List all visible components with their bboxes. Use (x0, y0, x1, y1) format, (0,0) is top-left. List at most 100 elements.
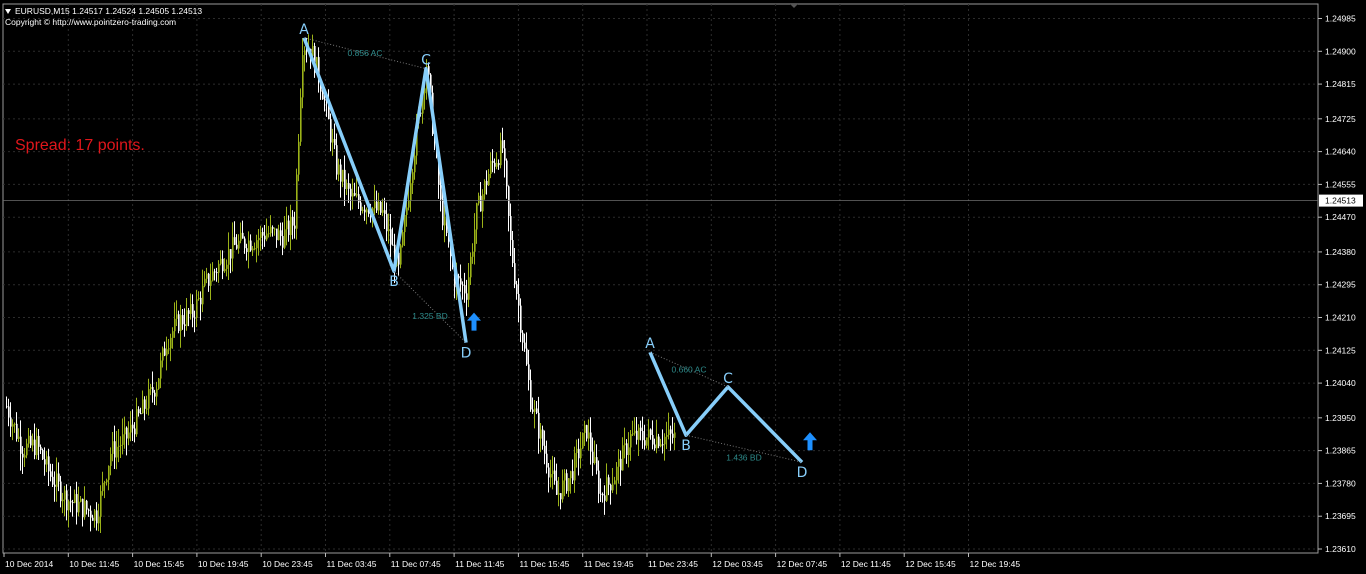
candle-body (136, 409, 138, 435)
bd-ratio-label: 1.325 BD (412, 311, 447, 321)
candle-body (374, 201, 376, 209)
candle-body (70, 501, 72, 503)
candle-body (168, 348, 170, 350)
candle-body (240, 232, 242, 241)
candle-body (626, 443, 628, 456)
candle-body (466, 293, 468, 300)
x-tick-label: 12 Dec 07:45 (777, 559, 828, 569)
candle-body (278, 230, 280, 241)
candle-body (30, 435, 32, 446)
x-tick-label: 11 Dec 11:45 (455, 559, 505, 569)
candle-body (160, 360, 162, 379)
candle-body (12, 424, 14, 427)
candle-body (360, 202, 362, 211)
candle-body (402, 232, 404, 246)
x-tick-label: 11 Dec 03:45 (327, 559, 377, 569)
candle-body (590, 432, 592, 452)
candle-body (408, 200, 410, 208)
candle-body (464, 285, 466, 294)
candle-body (48, 456, 50, 472)
candle-body (556, 480, 558, 495)
candle-body (624, 443, 626, 446)
ac-ratio-label: 0.856 AC (348, 48, 383, 58)
candle-body (270, 227, 272, 234)
candle-body (412, 172, 414, 184)
x-tick-label: 10 Dec 23:45 (262, 559, 313, 569)
chart-header: EURUSD,M15 1.24517 1.24524 1.24505 1.245… (5, 6, 202, 28)
dropdown-triangle-icon[interactable] (5, 9, 11, 14)
candle-body (78, 501, 80, 513)
candle-body (292, 216, 294, 226)
candle-body (194, 317, 196, 319)
candle-body (534, 408, 536, 412)
candle-body (528, 364, 530, 381)
candle-body (234, 237, 236, 245)
candle-body (110, 453, 112, 466)
candle-body (132, 424, 134, 429)
candle-body (288, 220, 290, 236)
candle-body (156, 388, 158, 397)
candle-body (116, 446, 118, 458)
candle-body (572, 471, 574, 481)
candle-body (144, 399, 146, 409)
pattern-point-label: D (461, 346, 472, 362)
candle-body (542, 429, 544, 446)
candle-body (282, 236, 284, 248)
candle-body (210, 280, 212, 286)
candle-body (188, 310, 190, 314)
candle-body (124, 427, 126, 435)
candle-body (406, 207, 408, 215)
candle-body (356, 194, 358, 196)
candle-body (380, 201, 382, 213)
candle-body (68, 501, 70, 511)
candle-body (140, 413, 142, 415)
candle-body (98, 516, 100, 524)
candle-body (336, 145, 338, 175)
candle-body (520, 305, 522, 333)
candle-body (154, 392, 156, 397)
candle-body (662, 444, 664, 446)
candle-body (246, 248, 248, 253)
candle-body (508, 186, 510, 217)
candle-body (460, 278, 462, 285)
candle-body (522, 332, 524, 343)
candle-body (52, 476, 54, 485)
candle-body (612, 484, 614, 491)
price-chart[interactable]: 1.24985 1.24900 1.24815 1.24725 1.24640 1.245… (0, 0, 1366, 574)
candle-body (654, 444, 656, 449)
candle-body (14, 423, 16, 425)
candle-body (166, 349, 168, 356)
candle-body (150, 387, 152, 390)
candle-body (632, 433, 634, 435)
candle-body (182, 315, 184, 325)
abcd-pattern[interactable]: A B C D 0.660 AC 1.436 BD (645, 336, 817, 481)
candle-body (362, 209, 364, 211)
candle-body (510, 216, 512, 241)
y-tick-label: 1.23950 (1325, 413, 1356, 423)
candle-body (604, 495, 606, 501)
candle-body (502, 140, 504, 149)
candle-body (334, 139, 336, 146)
x-tick-label: 11 Dec 23:45 (648, 559, 698, 569)
candle-body (474, 229, 476, 252)
candle-body (72, 502, 74, 504)
candle-body (302, 55, 304, 98)
candle-body (512, 240, 514, 264)
shift-marker-icon[interactable] (790, 4, 798, 8)
candle-body (376, 201, 378, 211)
x-tick-label: 12 Dec 11:45 (841, 559, 891, 569)
candle-body (386, 213, 388, 232)
candle-body (158, 378, 160, 389)
candle-body (630, 434, 632, 448)
candle-body (248, 240, 250, 253)
candle-body (636, 430, 638, 440)
y-tick-label: 1.23610 (1325, 544, 1356, 554)
candle-body (192, 304, 194, 318)
candle-body (260, 231, 262, 238)
candle-body (264, 235, 266, 240)
candle-body (442, 199, 444, 226)
candle-body (338, 164, 340, 175)
candle-body (652, 435, 654, 445)
candle-body (564, 473, 566, 481)
candle-body (330, 119, 332, 143)
